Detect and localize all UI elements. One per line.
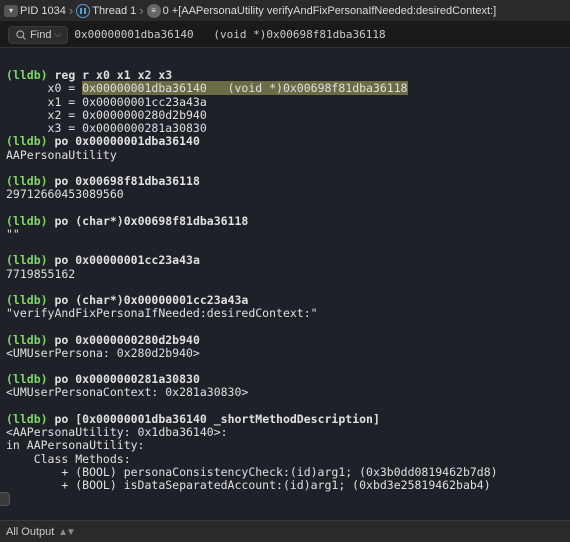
console-line: Class Methods: <box>6 452 131 466</box>
search-icon <box>15 29 27 41</box>
lldb-prompt: (lldb) <box>6 174 48 188</box>
console-filter-bar: All Output ▲▼ <box>0 520 570 542</box>
bc-frame[interactable]: 0 +[AAPersonaUtility verifyAndFixPersona… <box>163 5 497 17</box>
debug-console[interactable]: (lldb) reg r x0 x1 x2 x3 x0 = 0x00000001… <box>0 48 570 520</box>
console-line: + (BOOL) personaConsistencyCheck:(id)arg… <box>6 465 498 479</box>
output-selector[interactable]: All Output ▲▼ <box>6 526 74 538</box>
console-cmd: po 0x00000001cc23a43a <box>54 253 199 267</box>
stackframe-icon: ≡ <box>147 4 161 18</box>
lldb-prompt: (lldb) <box>6 333 48 347</box>
lldb-prompt: (lldb) <box>6 214 48 228</box>
lldb-prompt: (lldb) <box>6 372 48 386</box>
find-label: Find <box>30 29 51 41</box>
console-line: AAPersonaUtility <box>6 148 117 162</box>
search-highlight: 0x00000001dba36140 (void *)0x00698f81dba… <box>82 81 407 95</box>
console-line: 7719855162 <box>6 267 75 281</box>
console-line: <UMUserPersonaContext: 0x281a30830> <box>6 385 248 399</box>
console-line: in AAPersonaUtility: <box>6 438 144 452</box>
console-cmd: po 0x00698f81dba36118 <box>54 174 199 188</box>
console-line: x1 = 0x00000001cc23a43a <box>6 95 207 109</box>
chevron-down-icon: ⌵ <box>55 29 62 40</box>
console-line: "verifyAndFixPersonaIfNeeded:desiredCont… <box>6 306 318 320</box>
lldb-prompt: (lldb) <box>6 412 48 426</box>
console-line: + (BOOL) isDataSeparatedAccount:(id)arg1… <box>6 478 491 492</box>
process-icon: ▾ <box>4 5 18 17</box>
find-bar: Find ⌵ <box>0 22 570 48</box>
console-cmd: po 0x0000000281a30830 <box>54 372 199 386</box>
chevron-right-icon: › <box>139 3 143 18</box>
console-cmd: reg r x0 x1 x2 x3 <box>54 68 172 82</box>
console-line: x3 = 0x0000000281a30830 <box>6 121 207 135</box>
console-cmd: po [0x00000001dba36140 _shortMethodDescr… <box>54 412 379 426</box>
lldb-prompt: (lldb) <box>6 68 48 82</box>
lldb-prompt: (lldb) <box>6 253 48 267</box>
console-line: x0 = <box>6 81 82 95</box>
console-cmd: po (char*)0x00698f81dba36118 <box>54 214 248 228</box>
console-cmd: po (char*)0x00000001cc23a43a <box>54 293 248 307</box>
find-input[interactable] <box>74 28 562 41</box>
panel-resize-handle[interactable] <box>0 492 10 506</box>
bc-thread[interactable]: Thread 1 <box>92 5 136 17</box>
breadcrumb: ▾ PID 1034 › Thread 1 › ≡ 0 +[AAPersonaU… <box>0 0 570 22</box>
lldb-prompt: (lldb) <box>6 134 48 148</box>
chevron-right-icon: › <box>69 3 73 18</box>
output-selector-label: All Output <box>6 526 54 538</box>
console-line: <AAPersonaUtility: 0x1dba36140>: <box>6 425 228 439</box>
console-cmd: po 0x0000000280d2b940 <box>54 333 199 347</box>
console-line: "" <box>6 227 20 241</box>
console-line: <UMUserPersona: 0x280d2b940> <box>6 346 200 360</box>
console-line: x2 = 0x0000000280d2b940 <box>6 108 207 122</box>
bc-pid[interactable]: PID 1034 <box>20 5 66 17</box>
find-scope-button[interactable]: Find ⌵ <box>8 26 68 44</box>
console-line: 29712660453089560 <box>6 187 124 201</box>
console-cmd: po 0x00000001dba36140 <box>54 134 199 148</box>
lldb-prompt: (lldb) <box>6 293 48 307</box>
up-down-icon: ▲▼ <box>57 527 74 538</box>
pause-icon <box>76 4 90 18</box>
